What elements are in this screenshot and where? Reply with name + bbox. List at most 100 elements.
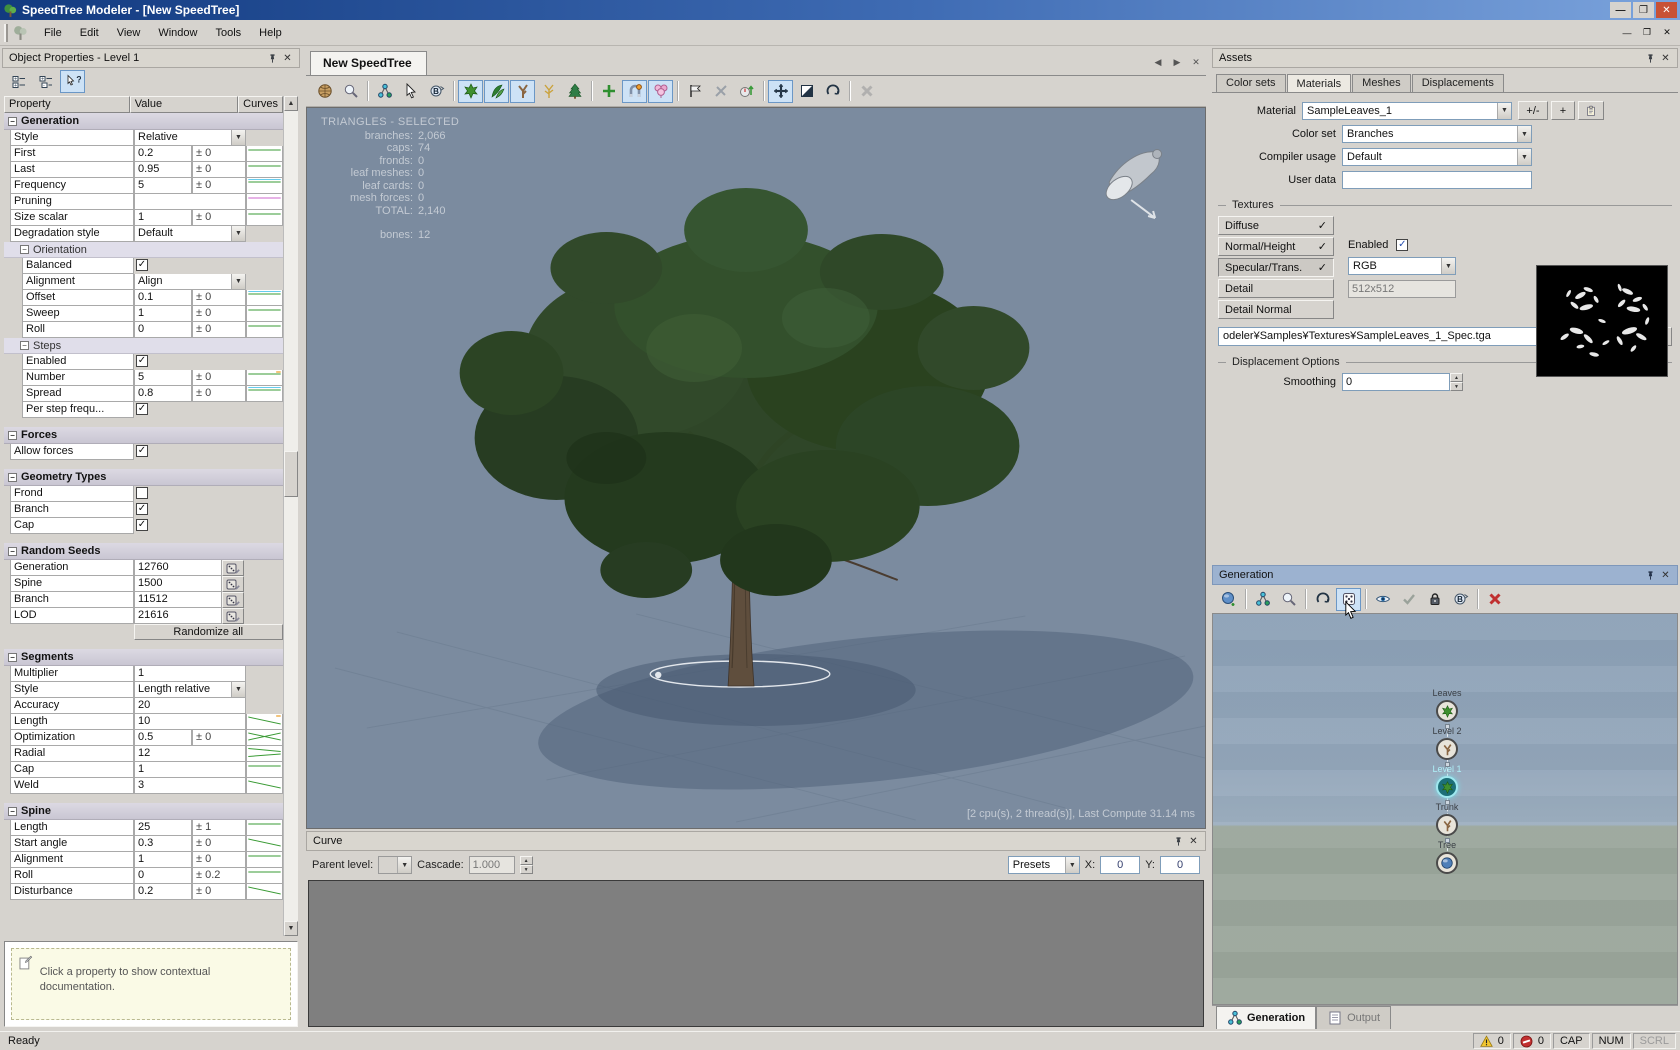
collapse-icon[interactable]: − (8, 653, 17, 662)
close-icon[interactable]: ✕ (280, 51, 295, 65)
curve-thumbnail[interactable] (246, 194, 283, 210)
viewport-3d[interactable]: TRIANGLES - SELECTEDbranches:2,066caps:7… (306, 107, 1206, 829)
curve-thumbnail[interactable] (246, 778, 283, 794)
curve-thumbnail[interactable] (246, 836, 283, 852)
tab-materials[interactable]: Materials (1287, 74, 1352, 93)
collapse-icon[interactable]: − (8, 807, 17, 816)
property-label[interactable]: Length (10, 714, 134, 730)
section-header-orientation[interactable]: −Orientation (4, 242, 283, 258)
grow-tool-button[interactable] (734, 80, 759, 103)
curve-thumbnail[interactable] (246, 370, 283, 386)
tab-color-sets[interactable]: Color sets (1216, 74, 1286, 92)
randomize-seed-button[interactable] (222, 576, 244, 592)
checkbox[interactable]: ✓ (136, 503, 148, 515)
value-dropdown[interactable]: Length relative▼ (134, 682, 246, 698)
value-field[interactable]: 0.2 (134, 884, 192, 900)
checkbox[interactable]: ✓ (136, 445, 148, 457)
variance-field[interactable]: ± 0 (192, 210, 246, 226)
zoom-graph-button[interactable] (1276, 588, 1301, 611)
parent-level-select[interactable]: ▼ (378, 856, 412, 874)
translate-tool-button[interactable] (768, 80, 793, 103)
value-field[interactable]: 5 (134, 178, 192, 194)
curve-thumbnail[interactable] (246, 290, 283, 306)
document-tab[interactable]: New SpeedTree (310, 51, 427, 75)
color-set-select[interactable]: Branches▼ (1342, 125, 1532, 143)
property-label[interactable]: Balanced (22, 258, 134, 274)
bone-options-button[interactable]: B (1448, 588, 1473, 611)
close-icon[interactable]: ✕ (1658, 51, 1673, 65)
variance-field[interactable]: ± 0 (192, 162, 246, 178)
tab-close-icon[interactable]: ✕ (1187, 53, 1205, 71)
property-label[interactable]: Offset (22, 290, 134, 306)
curve-thumbnail[interactable] (246, 762, 283, 778)
generation-node-tree[interactable] (1436, 852, 1458, 874)
generation-node-level-2[interactable] (1436, 738, 1458, 760)
section-header-spine[interactable]: −Spine (4, 803, 283, 820)
menu-view[interactable]: View (108, 24, 150, 42)
flat-view-button[interactable]: +- (33, 70, 58, 93)
add-node-button[interactable] (596, 80, 621, 103)
checkbox[interactable]: ✓ (136, 519, 148, 531)
cascade-input[interactable]: 1.000 (469, 856, 515, 874)
property-label[interactable]: Optimization (10, 730, 134, 746)
variance-field[interactable]: ± 0 (192, 306, 246, 322)
randomize-seed-button[interactable] (222, 560, 244, 576)
node-edit-button[interactable] (372, 80, 397, 103)
value-dropdown[interactable]: Relative▼ (134, 130, 246, 146)
property-label[interactable]: LOD (10, 608, 134, 624)
lock-button[interactable] (1422, 588, 1447, 611)
variance-field[interactable]: ± 0 (192, 386, 246, 402)
randomize-seed-button[interactable] (222, 608, 244, 624)
collapse-icon[interactable]: − (8, 547, 17, 556)
texture-map-specular-trans--button[interactable]: Specular/Trans.✓ (1218, 258, 1334, 277)
generation-node-leaves[interactable] (1436, 700, 1458, 722)
randomize-all-button[interactable]: Randomize all (134, 624, 283, 640)
property-label[interactable]: Roll (22, 322, 134, 338)
property-grid-scrollbar[interactable]: ▲ ▼ (283, 96, 298, 936)
property-label[interactable]: First (10, 146, 134, 162)
scale-tool-button[interactable] (794, 80, 819, 103)
value-field[interactable]: 0 (134, 868, 192, 884)
property-label[interactable]: Alignment (22, 274, 134, 290)
value-field[interactable] (134, 194, 246, 210)
compiler-usage-select[interactable]: Default▼ (1342, 148, 1532, 166)
property-label[interactable]: Spine (10, 576, 134, 592)
value-dropdown[interactable]: Align▼ (134, 274, 246, 290)
material-select[interactable]: SampleLeaves_1▼ (1302, 102, 1512, 120)
texture-map-detail-normal-button[interactable]: Detail Normal (1218, 300, 1334, 319)
variance-field[interactable]: ± 0.2 (192, 868, 246, 884)
pin-icon[interactable] (1643, 51, 1658, 65)
restore-button[interactable]: ❐ (1633, 2, 1654, 18)
zoom-tool-button[interactable] (338, 80, 363, 103)
column-property[interactable]: Property (4, 96, 130, 113)
value-field[interactable]: 0 (134, 322, 192, 338)
close-icon[interactable]: ✕ (1658, 568, 1673, 582)
smoothing-input[interactable]: 0 (1342, 373, 1450, 391)
section-header-forces[interactable]: −Forces (4, 427, 283, 444)
variance-field[interactable]: ± 0 (192, 146, 246, 162)
property-label[interactable]: Pruning (10, 194, 134, 210)
pin-icon[interactable] (1171, 834, 1186, 848)
value-field[interactable]: 0.3 (134, 836, 192, 852)
curve-edit-area[interactable] (308, 880, 1204, 1027)
value-field[interactable]: 1 (134, 306, 192, 322)
variance-field[interactable]: ± 0 (192, 370, 246, 386)
delete-tool-button[interactable] (854, 80, 879, 103)
curve-thumbnail[interactable] (246, 884, 283, 900)
tab-next-icon[interactable]: ▶ (1168, 53, 1186, 71)
texture-map-diffuse-button[interactable]: Diffuse✓ (1218, 216, 1334, 235)
variance-field[interactable]: ± 0 (192, 852, 246, 868)
show-leaves-button[interactable] (458, 80, 483, 103)
property-label[interactable]: Enabled (22, 354, 134, 370)
chevron-down-icon[interactable]: ▼ (231, 130, 245, 145)
property-label[interactable]: Per step frequ... (22, 402, 134, 418)
variance-field[interactable]: ± 0 (192, 730, 246, 746)
value-field[interactable]: 0.8 (134, 386, 192, 402)
section-header-segments[interactable]: −Segments (4, 649, 283, 666)
enable-check-button[interactable] (1396, 588, 1421, 611)
property-label[interactable]: Sweep (22, 306, 134, 322)
property-label[interactable]: Branch (10, 592, 134, 608)
add-generator-button[interactable] (1216, 588, 1241, 611)
show-branches-button[interactable] (510, 80, 535, 103)
scroll-down-icon[interactable]: ▼ (284, 921, 298, 936)
